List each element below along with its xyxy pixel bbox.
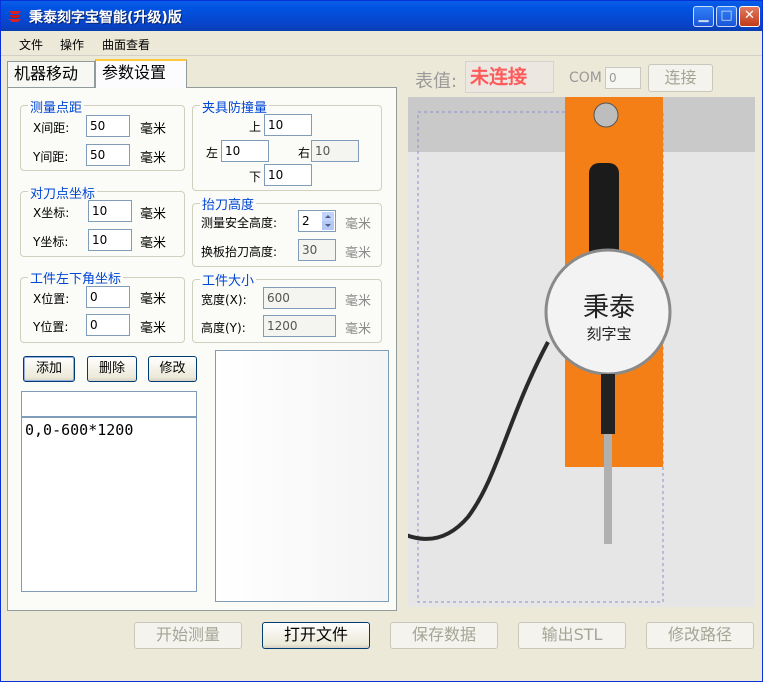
- y-position-input[interactable]: 0: [86, 314, 130, 336]
- clamp-left-label: 左: [206, 146, 219, 160]
- close-button[interactable]: ✕: [739, 6, 760, 27]
- spinner-arrows-icon[interactable]: [322, 212, 334, 230]
- y-coord-label: Y坐标:: [33, 235, 69, 249]
- clamp-right-input[interactable]: 10: [311, 140, 359, 162]
- y-position-unit: 毫米: [140, 321, 167, 336]
- size-title: 工件大小: [200, 270, 257, 289]
- height-label: 高度(Y):: [201, 321, 246, 335]
- connect-button[interactable]: 连接: [648, 64, 713, 92]
- window-title: 秉泰刻字宝智能(升级)版: [29, 10, 182, 26]
- title-bar: 秉泰刻字宝智能(升级)版 ▁ □ ✕: [1, 1, 762, 31]
- x-spacing-unit: 毫米: [140, 122, 167, 137]
- com-value: 0: [609, 71, 617, 85]
- export-stl-button[interactable]: 输出STL: [518, 622, 626, 649]
- workpiece-corner-title: 工件左下角坐标: [28, 268, 124, 287]
- lift-title: 抬刀高度: [200, 194, 257, 213]
- y-spacing-input[interactable]: 50: [86, 144, 130, 166]
- delete-button[interactable]: 删除: [87, 356, 137, 382]
- logo-text-main: 秉泰: [582, 293, 635, 323]
- clamp-top-input[interactable]: 10: [264, 114, 312, 136]
- logo-text-sub: 刻字宝: [586, 325, 632, 343]
- measure-spacing-title: 测量点距: [28, 97, 85, 116]
- x-position-input[interactable]: 0: [86, 286, 130, 308]
- main-window: 秉泰刻字宝智能(升级)版 ▁ □ ✕ 文件 操作 曲面查看 机器移动 参数设置 …: [0, 0, 763, 682]
- product-image: 秉泰 刻字宝: [387, 97, 755, 607]
- clamp-left-input[interactable]: 10: [221, 140, 269, 162]
- menu-surface-view[interactable]: 曲面查看: [102, 36, 150, 53]
- menu-operate[interactable]: 操作: [60, 36, 84, 53]
- width-input[interactable]: 600: [263, 287, 336, 309]
- app-logo-icon: [9, 11, 21, 22]
- com-spinner[interactable]: 0: [605, 67, 641, 89]
- gauge-status: 未连接: [465, 61, 554, 93]
- maximize-button[interactable]: □: [716, 6, 737, 27]
- change-height-label: 换板抬刀高度:: [201, 245, 278, 259]
- modify-button[interactable]: 修改: [148, 356, 197, 382]
- start-measure-button[interactable]: 开始测量: [134, 622, 242, 649]
- com-label: COM: [569, 70, 602, 86]
- list-item[interactable]: 0,0-600*1200: [25, 421, 193, 439]
- safe-height-value: 2: [302, 214, 310, 228]
- change-height-unit: 毫米: [345, 246, 372, 261]
- x-spacing-label: X间距:: [33, 121, 70, 135]
- safe-height-spinner[interactable]: 2: [298, 210, 336, 232]
- tab-machine-move[interactable]: 机器移动: [7, 61, 95, 87]
- safe-height-label: 测量安全高度:: [201, 216, 278, 230]
- add-button[interactable]: 添加: [23, 356, 75, 382]
- preview-pane: [215, 350, 389, 602]
- y-spacing-unit: 毫米: [140, 151, 167, 166]
- parameters-panel: 测量点距 X间距: 50 毫米 Y间距: 50 毫米 对刀点坐标 X坐标: 10…: [7, 87, 397, 611]
- y-coord-input[interactable]: 10: [88, 229, 132, 251]
- x-spacing-input[interactable]: 50: [86, 115, 130, 137]
- area-list[interactable]: 0,0-600*1200: [21, 417, 197, 592]
- y-coord-unit: 毫米: [140, 236, 167, 251]
- clamp-right-label: 右: [298, 146, 311, 160]
- gauge-label: 表值:: [415, 71, 458, 92]
- menu-bar: 文件 操作 曲面查看: [1, 31, 762, 56]
- x-position-label: X位置:: [33, 292, 70, 306]
- open-file-button[interactable]: 打开文件: [262, 622, 370, 649]
- width-label: 宽度(X):: [201, 293, 247, 307]
- x-coord-label: X坐标:: [33, 206, 70, 220]
- tool-coord-title: 对刀点坐标: [28, 183, 98, 202]
- width-unit: 毫米: [345, 294, 372, 309]
- modify-path-button[interactable]: 修改路径: [646, 622, 754, 649]
- y-spacing-label: Y间距:: [33, 150, 69, 164]
- clamp-bottom-input[interactable]: 10: [264, 164, 312, 186]
- save-data-button[interactable]: 保存数据: [390, 622, 498, 649]
- tab-parameters[interactable]: 参数设置: [95, 59, 187, 88]
- y-position-label: Y位置:: [33, 320, 69, 334]
- x-coord-input[interactable]: 10: [88, 200, 132, 222]
- x-position-unit: 毫米: [140, 292, 167, 307]
- clamp-title: 夹具防撞量: [200, 97, 270, 116]
- clamp-bottom-label: 下: [249, 170, 262, 184]
- x-coord-unit: 毫米: [140, 207, 167, 222]
- safe-height-unit: 毫米: [345, 217, 372, 232]
- area-input[interactable]: [21, 391, 197, 417]
- menu-file[interactable]: 文件: [19, 36, 43, 53]
- change-height-input[interactable]: 30: [298, 239, 336, 261]
- clamp-top-label: 上: [249, 120, 262, 134]
- height-unit: 毫米: [345, 322, 372, 337]
- height-input[interactable]: 1200: [263, 315, 336, 337]
- probe-illustration: [387, 97, 755, 607]
- minimize-button[interactable]: ▁: [693, 6, 714, 27]
